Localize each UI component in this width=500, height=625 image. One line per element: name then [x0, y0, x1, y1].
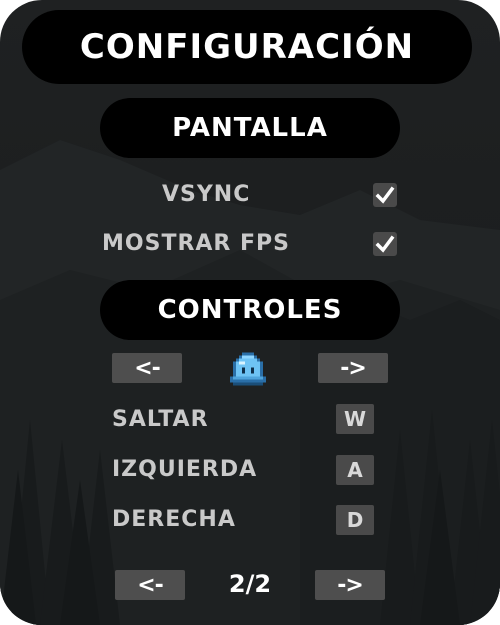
next-page-button[interactable]: ->: [315, 570, 385, 600]
vsync-label: VSYNC: [162, 182, 251, 207]
checkmark-icon: [375, 186, 395, 204]
vsync-checkbox[interactable]: [373, 183, 397, 207]
show-fps-label: MOSTRAR FPS: [102, 231, 291, 256]
display-section-heading: PANTALLA: [100, 98, 400, 158]
right-action-label: DERECHA: [112, 507, 236, 532]
checkmark-icon: [375, 235, 395, 253]
controls-section-heading: CONTROLES: [100, 280, 400, 340]
prev-page-button[interactable]: <-: [115, 570, 185, 600]
jump-key-binding[interactable]: W: [336, 404, 374, 434]
page-indicator: 2/2: [228, 570, 272, 598]
page-title: CONFIGURACIÓN: [22, 10, 472, 84]
left-action-label: IZQUIERDA: [112, 457, 258, 482]
right-key-binding[interactable]: D: [336, 505, 374, 535]
left-key-binding[interactable]: A: [336, 455, 374, 485]
slime-icon: [230, 352, 266, 386]
prev-character-button[interactable]: <-: [112, 353, 182, 383]
next-character-button[interactable]: ->: [318, 353, 388, 383]
show-fps-checkbox[interactable]: [373, 232, 397, 256]
jump-action-label: SALTAR: [112, 407, 209, 432]
settings-panel: CONFIGURACIÓN PANTALLA VSYNC MOSTRAR FPS…: [0, 0, 500, 625]
